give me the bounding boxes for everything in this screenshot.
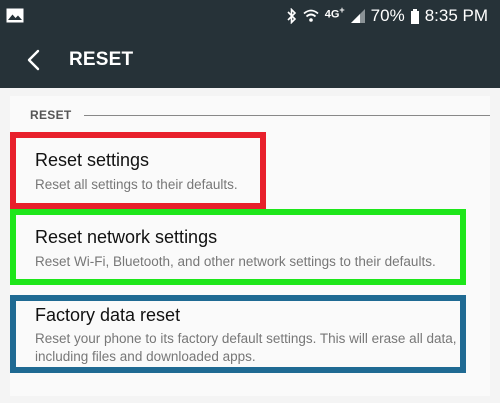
- item-title: Factory data reset: [35, 305, 181, 325]
- app-bar: RESET: [0, 32, 500, 88]
- back-arrow-icon[interactable]: [24, 48, 44, 72]
- item-description: Reset your phone to its factory default …: [35, 331, 457, 364]
- battery-percent: 70%: [370, 6, 405, 25]
- clock: 8:35 PM: [424, 6, 488, 25]
- factory-data-reset-item[interactable]: Factory data reset Reset your phone to i…: [10, 295, 466, 373]
- item-title: Reset network settings: [35, 227, 218, 247]
- battery-icon: [410, 8, 419, 24]
- section-divider: [83, 114, 490, 116]
- gallery-icon: [6, 8, 24, 23]
- reset-network-settings-item[interactable]: Reset network settings Reset Wi-Fi, Blue…: [10, 209, 466, 285]
- status-bar: 4G+ 70% 8:35 PM: [0, 0, 500, 32]
- item-title: Reset settings: [35, 150, 150, 170]
- status-icons: 4G+ 70% 8:35 PM: [287, 0, 488, 32]
- page-title: RESET: [69, 49, 134, 70]
- section-header: RESET: [30, 107, 490, 123]
- section-header-label: RESET: [30, 108, 72, 122]
- wifi-icon: [303, 9, 319, 22]
- item-description: Reset all settings to their defaults.: [35, 177, 238, 192]
- bluetooth-icon: [287, 8, 296, 24]
- reset-settings-item[interactable]: Reset settings Reset all settings to the…: [10, 132, 266, 209]
- signal-icon: [350, 9, 365, 23]
- network-type: 4G+: [324, 5, 345, 21]
- item-description: Reset Wi-Fi, Bluetooth, and other networ…: [35, 254, 436, 269]
